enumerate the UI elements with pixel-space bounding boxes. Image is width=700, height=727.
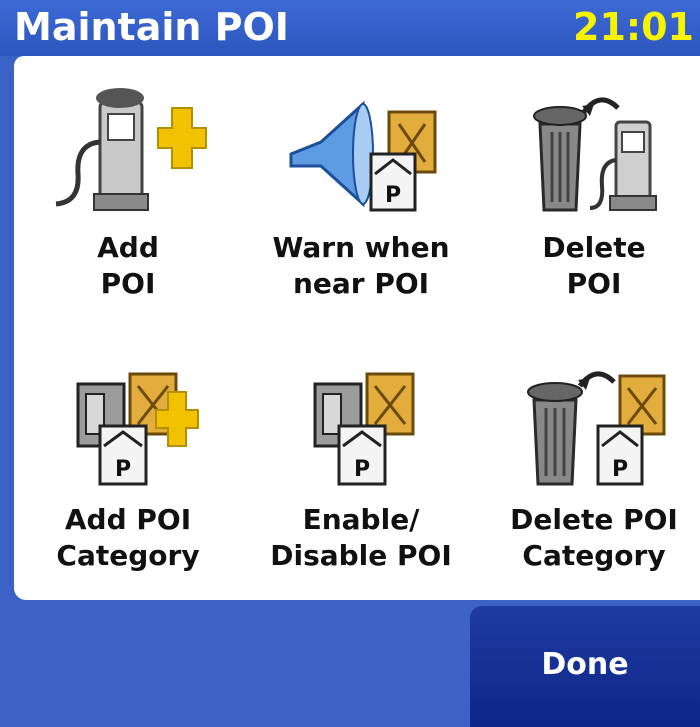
delete-poi-category-button[interactable]: P Delete POI Category	[480, 354, 700, 594]
fuel-pump-plus-icon	[55, 88, 207, 211]
svg-text:P: P	[115, 457, 131, 482]
menu-panel: Add POI P Warn when near POI Delete POI …	[14, 56, 700, 600]
enable-disable-poi-button[interactable]: P Enable/Disable POI	[247, 354, 475, 594]
add-poi-button[interactable]: Add POI	[14, 82, 242, 322]
trash-fuel-pump-icon	[533, 97, 657, 212]
svg-text:P: P	[612, 457, 628, 482]
page-title: Maintain POI	[14, 5, 289, 49]
svg-text:P: P	[385, 183, 401, 208]
delete-poi-button[interactable]: Delete POI	[480, 82, 700, 322]
enable-disable-poi-label: Enable/Disable POI	[270, 503, 452, 572]
done-label: Done	[541, 647, 629, 682]
add-poi-label: Add POI	[97, 231, 159, 300]
done-button[interactable]: Done	[470, 606, 700, 727]
trash-poi-category-icon: P	[527, 371, 666, 486]
delete-poi-label: Delete POI	[542, 231, 646, 300]
delete-poi-category-label: Delete POI Category	[510, 503, 678, 572]
poi-category-plus-icon: P	[76, 372, 199, 486]
clock: 21:01	[573, 5, 694, 49]
warn-near-poi-label: Warn when near POI	[272, 231, 450, 300]
add-poi-category-button[interactable]: P Add POI Category	[14, 354, 242, 594]
poi-category-icon: P	[313, 372, 415, 486]
speaker-poi-icon: P	[289, 100, 437, 212]
svg-text:P: P	[354, 457, 370, 482]
title-bar: Maintain POI 21:01	[0, 0, 700, 56]
add-poi-category-label: Add POI Category	[56, 503, 200, 572]
warn-near-poi-button[interactable]: P Warn when near POI	[247, 82, 475, 322]
